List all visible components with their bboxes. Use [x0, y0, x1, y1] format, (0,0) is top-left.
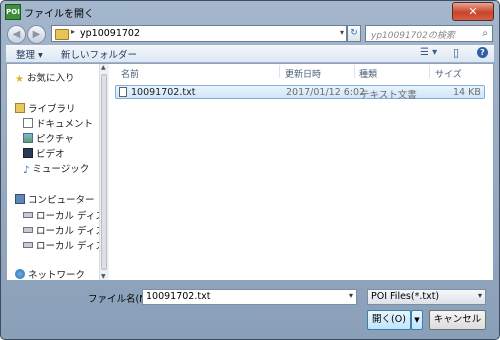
- video-icon: [23, 148, 33, 158]
- column-separator[interactable]: [279, 65, 280, 78]
- computer-icon: [15, 194, 25, 204]
- table-row[interactable]: 10091702.txt 2017/01/12 6:02 テキスト文書 14 K…: [115, 85, 485, 101]
- scroll-down-icon[interactable]: ▼: [101, 273, 106, 280]
- refresh-button[interactable]: ↻: [347, 25, 361, 42]
- column-header-name[interactable]: 名前: [121, 67, 139, 80]
- file-modified: 2017/01/12 6:02: [286, 87, 366, 98]
- sidebar-item-documents[interactable]: ドキュメント: [23, 116, 93, 130]
- sidebar-item-music[interactable]: ♪ ミュージック: [23, 161, 90, 176]
- file-size: 14 KB: [453, 87, 481, 98]
- sidebar-item-videos[interactable]: ビデオ: [23, 146, 65, 160]
- scrollbar-thumb[interactable]: [101, 74, 107, 270]
- refresh-icon: ↻: [350, 28, 358, 38]
- sidebar-item-library[interactable]: ライブラリ: [15, 101, 76, 115]
- sidebar-item-local-disk[interactable]: ローカル ディス: [23, 238, 100, 252]
- dialog-footer: ファイル名(N): 10091702.txt ▾ POI Files(*.txt…: [1, 283, 499, 339]
- back-button[interactable]: ◀: [7, 25, 26, 44]
- view-options-icon[interactable]: ☰ ▾: [420, 47, 437, 58]
- sidebar-item-local-disk[interactable]: ローカル ディス: [23, 208, 100, 222]
- sidebar-item-label: ミュージック: [32, 164, 90, 175]
- filename-value: 10091702.txt: [146, 291, 211, 302]
- sidebar-item-label: ピクチャ: [36, 134, 74, 145]
- content-area: ★ お気に入り ライブラリ ドキュメント ピクチャ ビデオ ♪ ミュージック コンピ…: [6, 63, 494, 281]
- music-note-icon: ♪: [23, 165, 30, 176]
- filename-input[interactable]: 10091702.txt ▾: [142, 289, 357, 305]
- sidebar-item-network[interactable]: ネットワーク: [15, 267, 85, 280]
- sidebar-item-local-disk[interactable]: ローカル ディス: [23, 223, 100, 237]
- navigation-pane: ★ お気に入り ライブラリ ドキュメント ピクチャ ビデオ ♪ ミュージック コンピ…: [7, 64, 100, 280]
- sidebar-item-label: ドキュメント: [36, 119, 94, 130]
- chevron-down-icon[interactable]: ▾: [349, 291, 353, 300]
- file-type: テキスト文書: [360, 90, 417, 101]
- sidebar-item-label: ローカル ディス: [36, 241, 100, 252]
- address-dropdown-icon[interactable]: ▾: [340, 28, 344, 37]
- close-button[interactable]: ✕: [452, 2, 494, 21]
- search-icon: ⌕: [482, 28, 488, 39]
- open-button[interactable]: 開く(O): [367, 310, 411, 330]
- hard-drive-icon: [23, 242, 33, 248]
- breadcrumb-current-folder[interactable]: yp10091702: [80, 28, 140, 39]
- column-separator[interactable]: [429, 65, 430, 78]
- search-placeholder: yp10091702の検索: [371, 31, 455, 41]
- sidebar-item-label: ローカル ディス: [36, 211, 100, 222]
- preview-pane-icon[interactable]: ▯: [453, 46, 459, 59]
- search-input[interactable]: yp10091702の検索 ⌕: [365, 25, 493, 42]
- navigation-bar: ◀ ▶ ▸ yp10091702 ▾ ↻ yp10091702の検索 ⌕: [1, 23, 499, 45]
- scroll-up-icon[interactable]: ▲: [101, 64, 106, 71]
- back-arrow-icon: ◀: [12, 29, 21, 40]
- new-folder-button[interactable]: 新しいフォルダー: [61, 47, 137, 61]
- sidebar-item-label: ビデオ: [36, 149, 65, 160]
- address-bar[interactable]: ▸ yp10091702 ▾: [51, 25, 347, 42]
- close-icon: ✕: [468, 5, 478, 18]
- text-file-icon: [119, 87, 127, 97]
- sidebar-item-label: ネットワーク: [28, 270, 86, 280]
- sidebar-item-pictures[interactable]: ピクチャ: [23, 131, 74, 145]
- sidebar-item-favorites[interactable]: ★ お気に入り: [15, 70, 75, 85]
- column-separator[interactable]: [354, 65, 355, 78]
- sidebar-item-label: コンピューター: [28, 195, 95, 206]
- cancel-button[interactable]: キャンセル: [429, 310, 486, 330]
- title-bar: POI ファイルを開く ✕: [1, 1, 499, 23]
- hard-drive-icon: [23, 212, 33, 218]
- filetype-select[interactable]: POI Files(*.txt) ▾: [367, 289, 486, 305]
- chevron-down-icon: ▼: [414, 316, 420, 324]
- folder-icon: [55, 29, 69, 40]
- command-bar: 整理 ▾ 新しいフォルダー ☰ ▾ ▯ ?: [6, 45, 494, 63]
- library-icon: [15, 103, 25, 113]
- star-icon: ★: [15, 74, 24, 85]
- window-title: ファイルを開く: [24, 9, 94, 20]
- breadcrumb-arrow-icon[interactable]: ▸: [71, 27, 75, 36]
- sidebar-scrollbar[interactable]: ▲ ▼: [99, 64, 109, 280]
- document-icon: [23, 118, 33, 128]
- file-list-header: 名前 更新日時 種類 サイズ: [109, 64, 493, 80]
- help-icon[interactable]: ?: [477, 47, 488, 58]
- sidebar-item-label: ライブラリ: [28, 104, 76, 115]
- organize-menu-button[interactable]: 整理 ▾: [16, 47, 43, 61]
- picture-icon: [23, 133, 33, 143]
- filetype-value: POI Files(*.txt): [371, 291, 440, 302]
- network-icon: [15, 269, 25, 279]
- open-options-button[interactable]: ▼: [411, 310, 423, 330]
- sidebar-item-computer[interactable]: コンピューター: [15, 192, 95, 206]
- column-header-modified[interactable]: 更新日時: [285, 67, 321, 80]
- sidebar-item-label: ローカル ディス: [36, 226, 100, 237]
- file-name: 10091702.txt: [131, 87, 196, 98]
- column-header-type[interactable]: 種類: [359, 67, 377, 80]
- open-file-dialog: POI ファイルを開く ✕ ◀ ▶ ▸ yp10091702 ▾ ↻ yp100…: [0, 0, 500, 340]
- app-icon: POI: [5, 4, 21, 20]
- sidebar-item-label: お気に入り: [26, 73, 75, 84]
- chevron-down-icon[interactable]: ▾: [478, 291, 482, 300]
- forward-arrow-icon: ▶: [32, 29, 41, 40]
- column-header-size[interactable]: サイズ: [435, 67, 462, 80]
- hard-drive-icon: [23, 227, 33, 233]
- forward-button[interactable]: ▶: [27, 25, 46, 44]
